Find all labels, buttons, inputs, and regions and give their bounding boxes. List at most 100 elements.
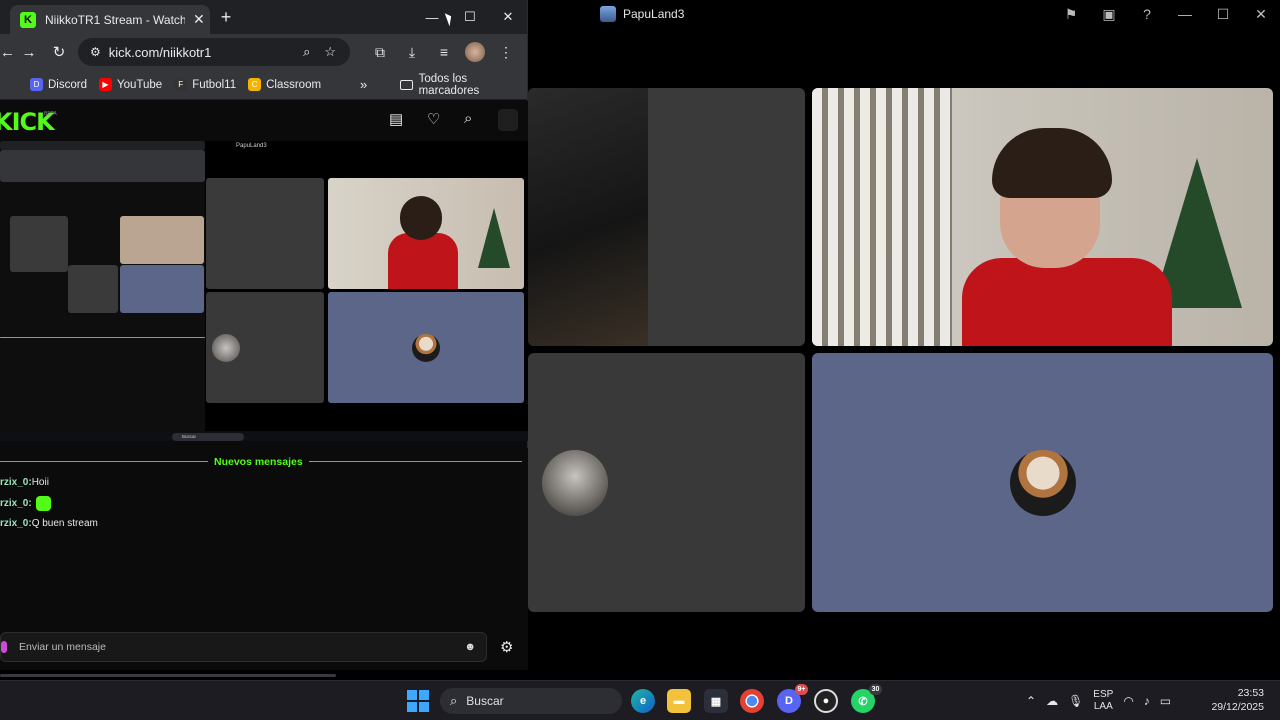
site-info-icon[interactable]: ⚙ [90, 45, 101, 59]
new-tab-button[interactable]: + [216, 7, 236, 28]
clips-icon[interactable]: ▤ [389, 110, 403, 128]
file-explorer-icon[interactable]: ▬ [667, 689, 691, 713]
lang-line-2: LAA [1093, 701, 1113, 712]
tab-close-icon[interactable]: ✕ [193, 11, 205, 28]
mini-tile [328, 292, 524, 403]
clock[interactable]: 23:53 29/12/2025 [1211, 686, 1264, 714]
search-icon[interactable]: ⌕ [303, 44, 310, 60]
discord-window-title: PapuLand3 [623, 7, 685, 21]
chat-input[interactable] [19, 641, 465, 653]
close-button[interactable]: ✕ [1242, 0, 1280, 28]
language-indicator[interactable]: ESP LAA [1093, 689, 1113, 713]
video-tile-1[interactable] [528, 88, 805, 346]
chat-text: Q buen stream [31, 518, 98, 529]
chat-username[interactable]: rzix_0: [0, 518, 32, 529]
volume-icon[interactable]: ♪ [1144, 694, 1150, 708]
obs-icon[interactable]: ● [814, 689, 838, 713]
chat-panel: Nuevos mensajes rzix_0: Hoii rzix_0: rzi… [0, 448, 528, 670]
back-icon[interactable]: ← [0, 44, 15, 61]
bookmark-youtube[interactable]: ▶ YouTube [98, 78, 162, 91]
lang-line-1: ESP [1093, 689, 1114, 700]
close-button[interactable]: ✕ [489, 0, 527, 34]
chat-message: rzix_0: Hoii [0, 477, 49, 488]
more-bookmarks-icon[interactable]: » [360, 77, 367, 92]
user-avatar [1010, 450, 1076, 516]
bookmark-star-icon[interactable]: ☆ [324, 44, 336, 60]
download-icon[interactable]: ⤓ [401, 44, 423, 61]
menu-icon[interactable]: ⋮ [495, 44, 517, 61]
minimize-button[interactable]: — [1166, 0, 1204, 28]
beta-label: BETA [44, 111, 57, 117]
wifi-icon[interactable]: ◠ [1123, 694, 1133, 708]
discord-badge: 9+ [795, 684, 808, 695]
edge-icon[interactable]: e [631, 689, 655, 713]
chat-input-box: ☻ [0, 632, 487, 662]
flag-icon[interactable]: ⚑ [1052, 0, 1090, 28]
chat-username[interactable]: rzix_0: [0, 477, 32, 488]
voice-tile-1[interactable] [528, 353, 805, 612]
chat-message: rzix_0: [0, 496, 51, 511]
bookmark-label: Classroom [266, 78, 322, 91]
desktop: PapuLand3 ⚑ ▣ ? — ☐ ✕ K NiikkoTR1 Stream… [0, 0, 1280, 720]
forward-icon[interactable]: → [14, 44, 44, 61]
whatsapp-icon[interactable]: ✆ 30 [851, 684, 882, 713]
whatsapp-badge: 30 [869, 684, 882, 695]
chevron-up-icon[interactable]: ⌃ [1026, 694, 1036, 708]
all-bookmarks[interactable]: Todos los marcadores [400, 73, 527, 97]
maximize-button[interactable]: ☐ [451, 0, 489, 34]
battery-icon[interactable]: ▭ [1160, 694, 1171, 708]
mini-tile [328, 178, 524, 289]
media-control-icon[interactable]: ≡ [433, 44, 455, 60]
mini-search: Buscar [172, 433, 244, 441]
onedrive-icon[interactable]: ☁ [1046, 694, 1058, 708]
discord-icon[interactable]: D 9+ [777, 684, 808, 713]
following-heart-icon[interactable]: ♡ [427, 110, 440, 128]
chat-username[interactable]: rzix_0: [0, 498, 32, 509]
maximize-button[interactable]: ☐ [1204, 0, 1242, 28]
microphone-icon[interactable]: 🎙 [1068, 694, 1083, 708]
emote-picker-icon[interactable]: ☻ [464, 641, 476, 653]
user-menu-avatar[interactable] [498, 109, 518, 131]
system-tray: ⌃ ☁ 🎙 ESP LAA ◠ ♪ ▭ [1026, 681, 1171, 720]
bookmark-classroom[interactable]: C Classroom [248, 78, 321, 91]
horizontal-scrollbar[interactable] [0, 674, 336, 677]
curtain [812, 88, 952, 346]
browser-toolbar: ← → ↻ ⚙ kick.com/niikkotr1 ⌕ ☆ ⧉ ⤓ ≡ ⋮ [0, 34, 527, 70]
user-avatar [542, 450, 608, 516]
tab-kick[interactable]: K NiikkoTR1 Stream - Watch Live ✕ [10, 5, 210, 34]
discord-titlebar: PapuLand3 ⚑ ▣ ? — ☐ ✕ [528, 0, 1280, 28]
profile-avatar[interactable] [465, 42, 485, 62]
reload-icon[interactable]: ↻ [44, 43, 74, 61]
mini-taskbar: Buscar [0, 431, 528, 441]
chrome-icon[interactable] [740, 689, 764, 713]
kick-favicon: K [20, 11, 36, 28]
bookmarks-bar: D Discord ▶ YouTube F Futbol11 C Classro… [0, 70, 527, 100]
search-icon[interactable]: ⌕ [464, 110, 472, 127]
extensions-icon[interactable]: ⧉ [369, 44, 391, 61]
help-icon[interactable]: ? [1128, 0, 1166, 28]
clock-date: 29/12/2025 [1211, 701, 1264, 713]
new-messages-label: Nuevos mensajes [208, 456, 309, 468]
screen-share-icon[interactable]: ▣ [1090, 0, 1128, 28]
clock-time: 23:53 [1237, 687, 1264, 699]
url-text[interactable]: kick.com/niikkotr1 [109, 45, 303, 60]
bookmark-label: Discord [48, 78, 87, 91]
user-color-indicator [1, 641, 7, 653]
bookmark-discord[interactable]: D Discord [30, 78, 87, 91]
chat-settings-icon[interactable]: ⚙ [500, 638, 513, 656]
emote-icon [35, 496, 51, 511]
windows-start-icon[interactable] [407, 690, 429, 712]
all-bookmarks-label: Todos los marcadores [418, 72, 480, 97]
stream-player[interactable]: PapuLand3 Buscar [0, 141, 528, 441]
bookmark-futbol11[interactable]: F Futbol11 [174, 78, 236, 91]
discord-server-icon [600, 6, 616, 22]
taskbar-search[interactable]: ⌕ Buscar [440, 688, 622, 714]
webcam-feed [528, 88, 648, 346]
voice-tile-2[interactable] [812, 353, 1273, 612]
chat-message: rzix_0: Q buen stream [0, 518, 98, 529]
stream-recursive-browser [0, 141, 205, 441]
address-bar[interactable]: ⚙ kick.com/niikkotr1 ⌕ ☆ [78, 38, 350, 66]
classroom-icon: C [248, 78, 262, 91]
video-tile-2[interactable] [812, 88, 1273, 346]
store-icon[interactable]: ▦ [704, 689, 728, 713]
